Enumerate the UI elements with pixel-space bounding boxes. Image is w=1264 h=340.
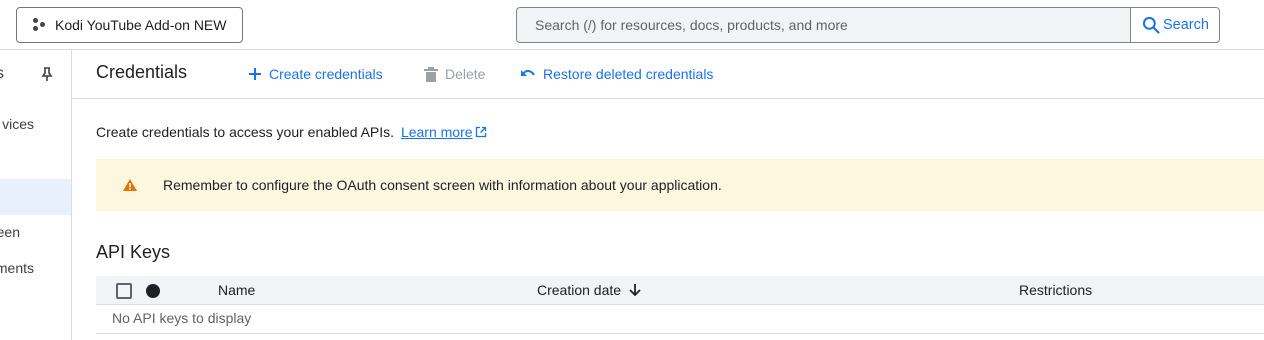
column-header-name[interactable]: Name [218, 282, 255, 298]
undo-icon [521, 69, 535, 76]
trash-icon [424, 67, 438, 82]
page-title: Credentials [96, 62, 188, 82]
restore-label: Restore deleted credentials [543, 66, 714, 82]
sidebar-item-label: ments [0, 260, 34, 276]
sidebar-item-label: een [0, 224, 20, 240]
sidebar-item-credentials[interactable] [0, 179, 71, 215]
banner-text: Remember to configure the OAuth consent … [163, 177, 722, 193]
toolbar: Credentials Create credentials Delete Re… [72, 50, 1264, 99]
delete-label: Delete [445, 66, 486, 82]
top-bar: Kodi YouTube Add-on NEW Search (/) for r… [0, 0, 1264, 50]
pin-icon[interactable] [39, 66, 55, 82]
column-header-creation-date[interactable]: Creation date [537, 282, 641, 298]
project-picker-button[interactable]: Kodi YouTube Add-on NEW [16, 7, 243, 43]
empty-table-message: No API keys to display [96, 305, 1264, 334]
intro-text: Create credentials to access your enable… [96, 124, 487, 140]
project-icon [31, 17, 47, 33]
search-input[interactable]: Search (/) for resources, docs, products… [516, 7, 1131, 43]
search-button-label: Search [1163, 17, 1209, 33]
sidebar-item-enabled-services[interactable]: vices [0, 106, 71, 142]
delete-button[interactable]: Delete [424, 64, 485, 84]
oauth-warning-banner: Remember to configure the OAuth consent … [96, 159, 1264, 211]
search-button[interactable]: Search [1130, 7, 1220, 43]
external-link-icon[interactable] [475, 126, 487, 138]
search-icon [1142, 16, 1160, 34]
api-keys-table-header: Name Creation date Restrictions [96, 276, 1264, 305]
project-name: Kodi YouTube Add-on NEW [55, 17, 227, 33]
select-all-checkbox[interactable] [116, 283, 132, 299]
sidebar-item-label: vices [2, 116, 34, 132]
plus-icon [249, 68, 261, 80]
restore-deleted-credentials-button[interactable]: Restore deleted credentials [520, 64, 713, 84]
warning-icon [123, 179, 137, 191]
api-keys-heading: API Keys [96, 242, 171, 262]
column-header-restrictions[interactable]: Restrictions [1019, 282, 1092, 298]
sidebar-header: s [0, 65, 4, 83]
status-dot-icon [146, 284, 160, 298]
create-credentials-button[interactable]: Create credentials [248, 64, 383, 84]
sidebar-item-page-usage-agreements[interactable]: ments [0, 250, 71, 286]
learn-more-link[interactable]: Learn more [401, 124, 473, 140]
column-header-label: Creation date [537, 282, 622, 298]
sidebar-item-oauth-consent-screen[interactable]: een [0, 214, 71, 250]
sidebar: s vices een ments [0, 50, 72, 340]
intro-message: Create credentials to access your enable… [96, 124, 395, 140]
arrow-down-icon [629, 284, 641, 297]
main-content: Credentials Create credentials Delete Re… [72, 50, 1264, 340]
create-credentials-label: Create credentials [269, 66, 383, 82]
